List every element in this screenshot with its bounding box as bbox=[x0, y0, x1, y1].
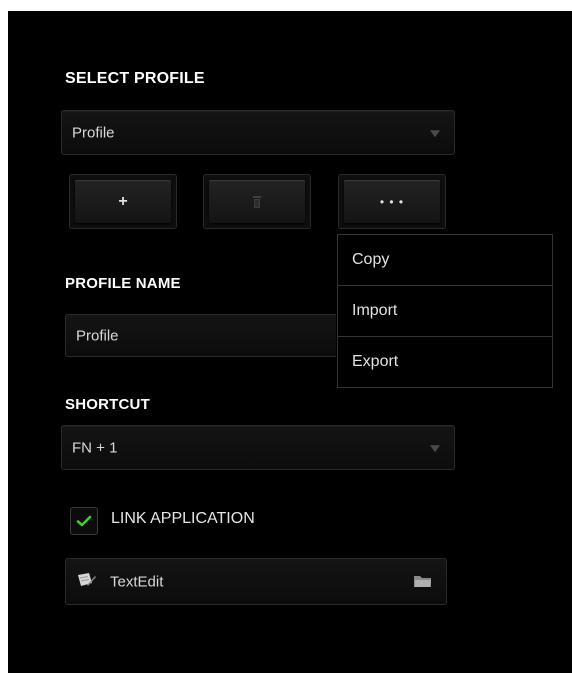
shortcut-dropdown[interactable]: FN + 1 bbox=[61, 425, 455, 470]
profile-name-heading: PROFILE NAME bbox=[65, 275, 181, 292]
menu-item-export[interactable]: Export bbox=[338, 337, 552, 387]
more-icon: • • • bbox=[379, 194, 405, 209]
folder-icon[interactable] bbox=[414, 575, 432, 588]
plus-icon: + bbox=[118, 192, 128, 210]
menu-item-label: Import bbox=[352, 302, 398, 319]
shortcut-heading: SHORTCUT bbox=[65, 396, 150, 413]
add-profile-button[interactable]: + bbox=[75, 180, 171, 223]
select-profile-heading: SELECT PROFILE bbox=[65, 70, 205, 87]
profile-panel: SELECT PROFILE Profile + • • • Copy Impo… bbox=[8, 11, 572, 673]
delete-profile-button[interactable] bbox=[209, 180, 305, 223]
add-profile-button-frame: + bbox=[69, 174, 177, 229]
link-application-checkbox[interactable] bbox=[70, 507, 98, 535]
menu-item-import[interactable]: Import bbox=[338, 286, 552, 336]
application-name: TextEdit bbox=[110, 573, 164, 590]
chevron-down-icon bbox=[430, 444, 440, 452]
profile-dropdown[interactable]: Profile bbox=[61, 110, 455, 155]
trash-icon bbox=[253, 195, 261, 208]
app-icon bbox=[78, 573, 96, 586]
chevron-down-icon bbox=[430, 129, 440, 137]
menu-item-label: Copy bbox=[352, 251, 390, 268]
link-application-label: LINK APPLICATION bbox=[111, 510, 255, 527]
delete-profile-button-frame bbox=[203, 174, 311, 229]
menu-item-copy[interactable]: Copy bbox=[338, 235, 552, 285]
more-options-button[interactable]: • • • bbox=[344, 180, 440, 223]
application-field[interactable]: TextEdit bbox=[65, 558, 447, 605]
profile-name-field[interactable]: Profile bbox=[65, 314, 336, 357]
shortcut-dropdown-value: FN + 1 bbox=[72, 439, 118, 456]
profile-name-value: Profile bbox=[76, 327, 119, 344]
menu-item-label: Export bbox=[352, 353, 399, 370]
profile-options-menu: Copy Import Export bbox=[337, 234, 553, 388]
profile-dropdown-value: Profile bbox=[72, 124, 115, 141]
checkmark-icon bbox=[76, 515, 92, 527]
more-options-button-frame: • • • bbox=[338, 174, 446, 229]
